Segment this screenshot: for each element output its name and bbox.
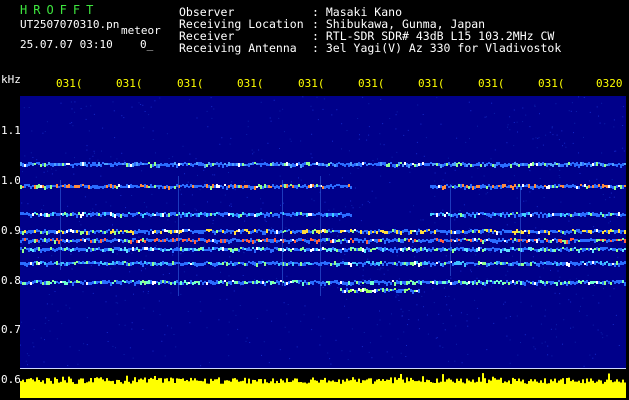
freq-tick-label: 1.0 — [1, 174, 21, 187]
time-tick-label: 031( — [116, 77, 143, 90]
freq-tick-label: 0.8 — [1, 274, 21, 287]
time-tick-label: 031( — [478, 77, 505, 90]
time-suffix: 0_ — [140, 38, 154, 51]
time-tick-label: 031( — [177, 77, 204, 90]
level-separator — [20, 368, 626, 369]
file-name: UT2507070310.pn — [20, 18, 120, 31]
time-tick-label: 031( — [538, 77, 565, 90]
date-time: 25.07.07 03:10 — [20, 38, 113, 51]
app-title: HROFFT — [20, 3, 100, 17]
time-tick-label: 031( — [358, 77, 385, 90]
time-tick-label: 031( — [56, 77, 83, 90]
time-tick-label: 0320 — [596, 77, 623, 90]
time-tick-label: 031( — [298, 77, 325, 90]
freq-tick-label: 1.1 — [1, 124, 21, 137]
file-suffix: meteor — [121, 24, 161, 37]
khz-unit-label: kHz — [1, 73, 21, 86]
spectrogram-plot — [20, 96, 626, 398]
antenna-label: Receiving Antenna — [179, 41, 297, 55]
freq-tick-label: 0.7 — [1, 323, 21, 336]
spectrogram-canvas — [20, 96, 626, 398]
antenna-value: : 3el Yagi(V) Az 330 for Vladivostok — [312, 41, 562, 55]
freq-tick-label: 0.9 — [1, 224, 21, 237]
time-tick-label: 031( — [418, 77, 445, 90]
time-tick-label: 031( — [237, 77, 264, 90]
freq-tick-label: 0.6 — [1, 373, 21, 386]
